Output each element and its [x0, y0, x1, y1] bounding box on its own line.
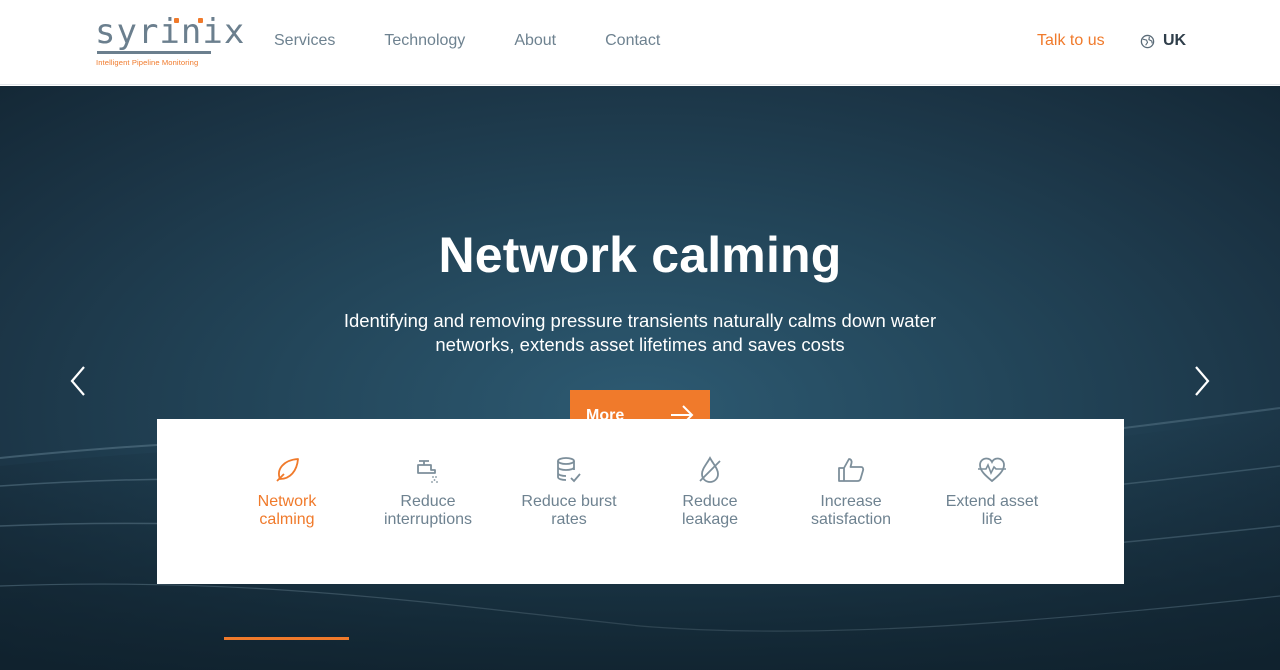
logo-underline — [97, 51, 211, 54]
nav-item-services[interactable]: Services — [274, 30, 335, 52]
tab-increase-satisfaction[interactable]: Increase satisfaction — [786, 455, 916, 529]
tab-label: Reduce burst rates — [521, 493, 617, 528]
tab-label: Reduce interruptions — [383, 493, 473, 528]
nav-item-about[interactable]: About — [514, 30, 556, 52]
tab-label: Extend asset life — [945, 493, 1039, 528]
no-drop-icon — [699, 456, 721, 483]
tap-icon — [417, 460, 438, 483]
leaf-icon — [276, 458, 299, 482]
logo-dot — [198, 18, 203, 23]
nav-item-contact[interactable]: Contact — [605, 30, 660, 52]
active-tab-indicator — [224, 637, 349, 640]
tab-reduce-burst-rates[interactable]: Reduce burst rates — [504, 455, 634, 529]
feature-tabs: Network calming Reduce interruptions Red… — [157, 419, 1124, 584]
tab-label: Network calming — [257, 493, 317, 528]
tab-label: Increase satisfaction — [810, 493, 892, 528]
chevron-right-icon[interactable] — [1190, 364, 1214, 398]
heartbeat-icon — [978, 457, 1006, 483]
globe-icon — [1140, 34, 1155, 48]
thumbs-up-icon — [838, 458, 865, 482]
tab-network-calming[interactable]: Network calming — [222, 455, 352, 529]
main-nav: Services Technology About Contact — [274, 30, 709, 52]
logo[interactable]: syrinix Intelligent Pipeline Monitoring — [95, 12, 244, 70]
logo-wordmark: syrinix — [95, 12, 246, 52]
database-check-icon — [557, 457, 581, 483]
chevron-left-icon[interactable] — [66, 364, 90, 398]
logo-tagline: Intelligent Pipeline Monitoring — [96, 58, 199, 67]
tab-label: Reduce leakage — [681, 493, 739, 528]
hero-title: Network calming — [438, 227, 842, 283]
tab-extend-asset-life[interactable]: Extend asset life — [927, 455, 1057, 529]
region-selector[interactable]: UK — [1140, 30, 1186, 52]
logo-dot — [174, 18, 179, 23]
tab-reduce-interruptions[interactable]: Reduce interruptions — [363, 455, 493, 529]
tab-reduce-leakage[interactable]: Reduce leakage — [645, 455, 775, 529]
site-header: syrinix Intelligent Pipeline Monitoring … — [0, 0, 1280, 85]
talk-to-us-link[interactable]: Talk to us — [1037, 30, 1105, 52]
region-label: UK — [1163, 32, 1187, 49]
nav-item-technology[interactable]: Technology — [384, 30, 465, 52]
hero-subtitle: Identifying and removing pressure transi… — [343, 310, 937, 355]
